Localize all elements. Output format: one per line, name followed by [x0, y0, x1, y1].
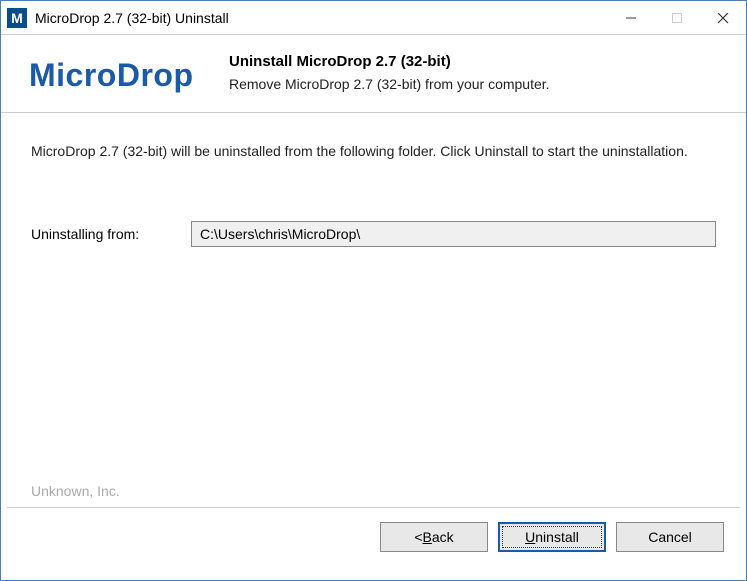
logo: MicroDrop	[29, 51, 229, 94]
button-row: < Back Uninstall Cancel	[1, 508, 746, 552]
minimize-button[interactable]	[608, 1, 654, 34]
nsis-brand: Unknown, Inc.	[1, 483, 746, 507]
uninstall-button-letter: U	[525, 529, 535, 545]
uninstall-path-field: C:\Users\chris\MicroDrop\	[191, 221, 716, 247]
window-title: MicroDrop 2.7 (32-bit) Uninstall	[35, 10, 608, 26]
uninstall-from-label: Uninstalling from:	[31, 226, 191, 242]
maximize-button	[654, 1, 700, 34]
app-icon: M	[7, 8, 27, 28]
content-area: MicroDrop 2.7 (32-bit) will be uninstall…	[1, 113, 746, 483]
back-button-prefix: <	[414, 529, 422, 545]
maximize-icon	[671, 12, 683, 24]
uninstall-button-rest: ninstall	[535, 529, 579, 545]
header-text: Uninstall MicroDrop 2.7 (32-bit) Remove …	[229, 51, 722, 92]
uninstall-path-row: Uninstalling from: C:\Users\chris\MicroD…	[31, 221, 716, 247]
header: MicroDrop Uninstall MicroDrop 2.7 (32-bi…	[1, 35, 746, 113]
back-button-rest: ack	[432, 529, 454, 545]
cancel-button[interactable]: Cancel	[616, 522, 724, 552]
back-button-letter: B	[423, 529, 432, 545]
titlebar: M MicroDrop 2.7 (32-bit) Uninstall	[1, 1, 746, 35]
uninstall-button[interactable]: Uninstall	[498, 522, 606, 552]
close-button[interactable]	[700, 1, 746, 34]
instruction-text: MicroDrop 2.7 (32-bit) will be uninstall…	[31, 141, 716, 161]
minimize-icon	[625, 12, 637, 24]
cancel-button-label: Cancel	[648, 529, 692, 545]
close-icon	[717, 12, 729, 24]
back-button[interactable]: < Back	[380, 522, 488, 552]
header-title: Uninstall MicroDrop 2.7 (32-bit)	[229, 53, 722, 70]
header-subtitle: Remove MicroDrop 2.7 (32-bit) from your …	[229, 76, 722, 92]
window-controls	[608, 1, 746, 34]
